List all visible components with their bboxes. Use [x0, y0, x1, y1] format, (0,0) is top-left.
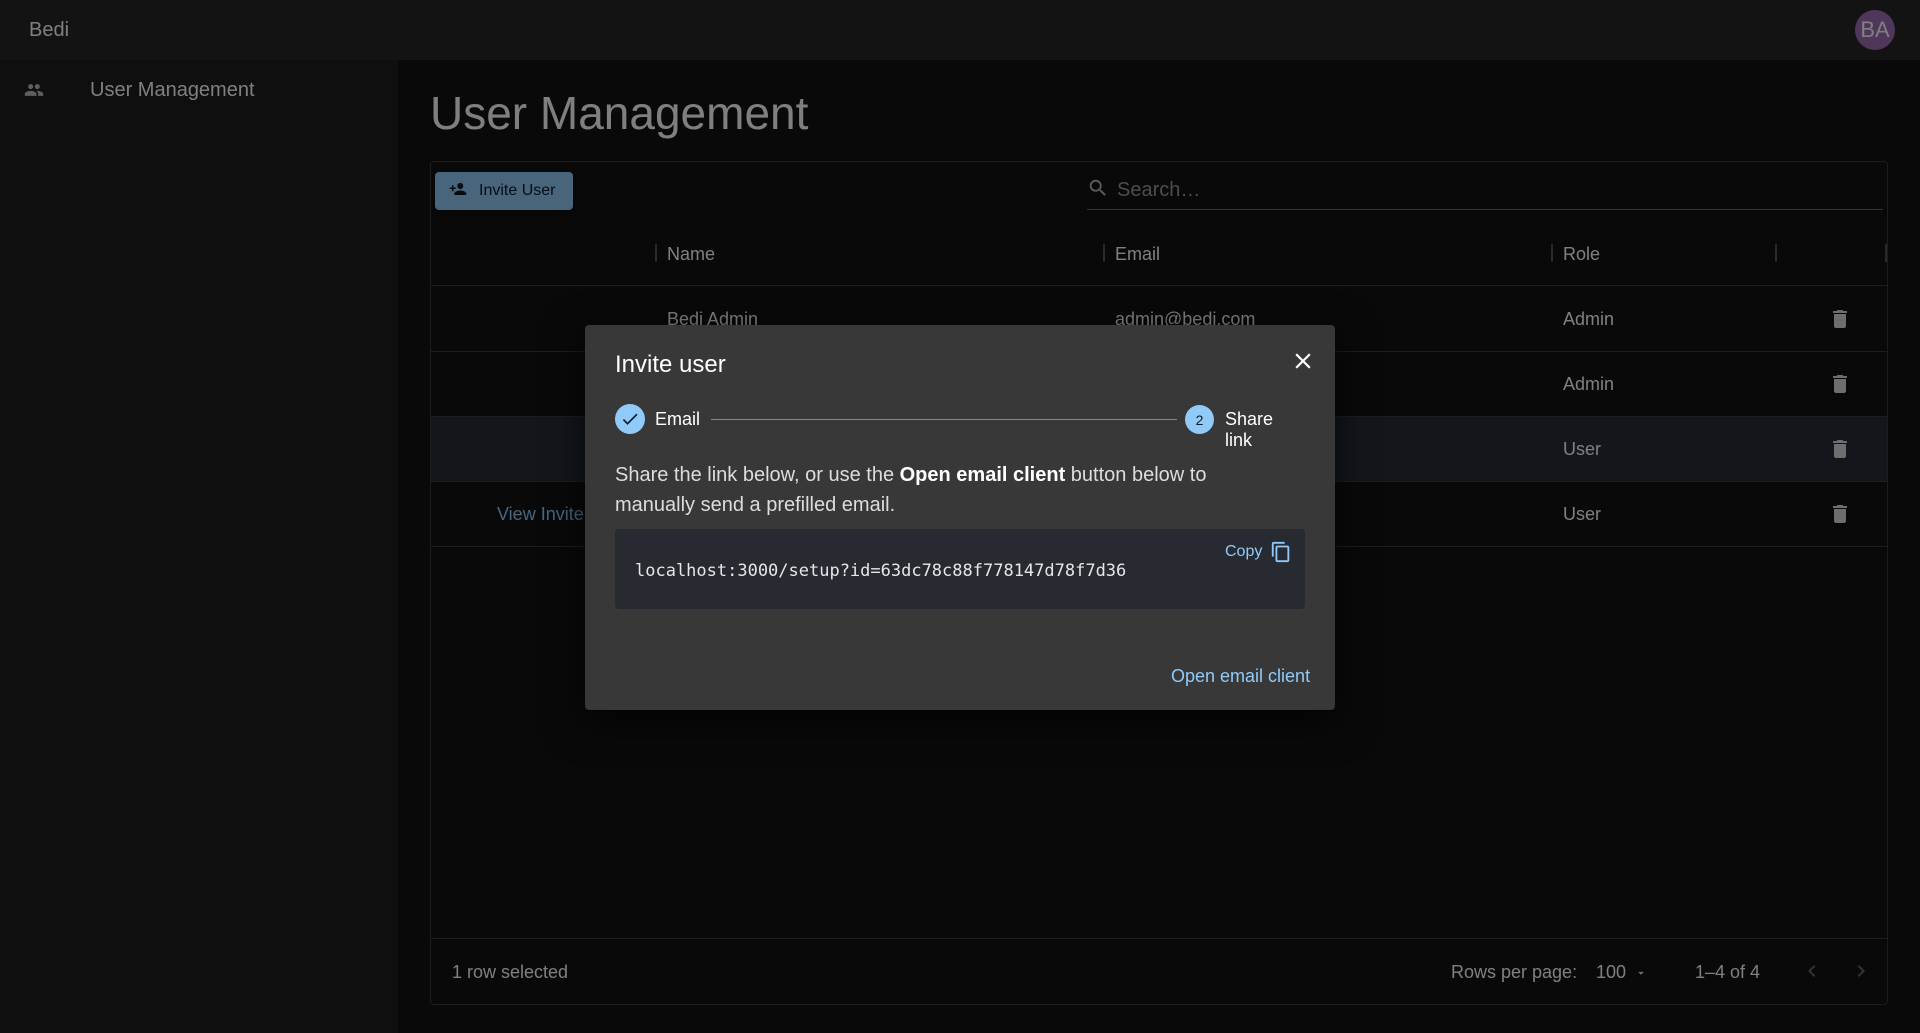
- dialog-title: Invite user: [615, 351, 726, 378]
- invite-user-dialog: Invite user Email 2 Share link Share the…: [585, 325, 1335, 710]
- step-email-label: Email: [655, 409, 701, 429]
- copy-icon: [1270, 541, 1292, 563]
- invite-link-box: Copy localhost:3000/setup?id=63dc78c88f7…: [615, 529, 1305, 609]
- check-icon: [615, 404, 645, 434]
- step-share-link-label: Share link: [1225, 409, 1274, 450]
- stepper: Email 2 Share link: [615, 404, 1305, 450]
- copy-label: Copy: [1225, 543, 1263, 560]
- desc-bold: Open email client: [899, 464, 1066, 486]
- invite-link-url: localhost:3000/setup?id=63dc78c88f778147…: [635, 561, 1127, 581]
- dialog-description: Share the link below, or use the Open em…: [615, 460, 1255, 520]
- step-number: 2: [1185, 405, 1214, 434]
- step-connector: [711, 419, 1177, 420]
- desc-prefix: Share the link below, or use the: [615, 464, 900, 486]
- open-email-client-button[interactable]: Open email client: [1171, 666, 1310, 687]
- close-icon[interactable]: [1289, 347, 1317, 375]
- copy-button[interactable]: Copy: [1225, 541, 1292, 563]
